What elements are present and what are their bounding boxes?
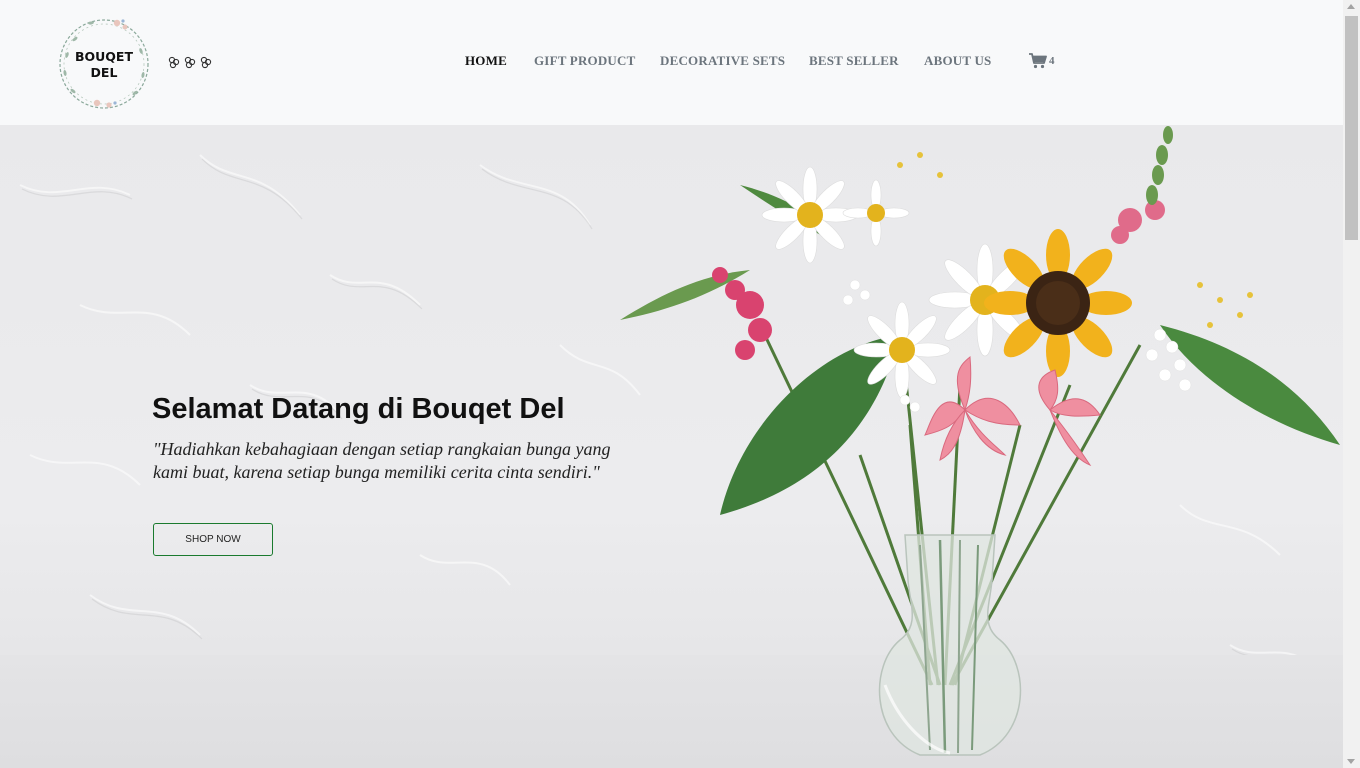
nav-item-decorative-sets[interactable]: DECORATIVE SETS xyxy=(660,53,785,69)
cart-count-badge: 4 xyxy=(1049,55,1055,67)
cart-button[interactable]: 4 xyxy=(1029,52,1055,70)
sunflower xyxy=(984,229,1132,377)
hero-banner: Selamat Datang di Bouqet Del "Hadiahkan … xyxy=(0,125,1343,768)
hero-title: Selamat Datang di Bouqet Del xyxy=(152,393,565,425)
hero-quote: "Hadiahkan kebahagiaan dengan setiap ran… xyxy=(153,439,611,482)
flower-bouquet-image xyxy=(620,126,1340,756)
page: BOUQET DEL HOME GIFT PRODUCT DECORATIVE … xyxy=(0,0,1360,768)
site-header: BOUQET DEL HOME GIFT PRODUCT DECORATIVE … xyxy=(0,0,1343,125)
shop-now-button[interactable]: SHOP NOW xyxy=(153,523,273,556)
nav-item-about-us[interactable]: ABOUT US xyxy=(924,53,991,69)
shopping-cart-icon xyxy=(1029,53,1047,69)
scroll-thumb[interactable] xyxy=(1345,16,1358,240)
scroll-up-icon[interactable] xyxy=(1347,4,1355,9)
scroll-down-icon[interactable] xyxy=(1347,759,1355,764)
nav-item-best-seller[interactable]: BEST SELLER xyxy=(809,53,899,69)
nav-item-gift-product[interactable]: GIFT PRODUCT xyxy=(534,53,635,69)
main-nav: HOME GIFT PRODUCT DECORATIVE SETS BEST S… xyxy=(0,0,1343,125)
daisy-group xyxy=(761,166,1042,399)
nav-item-home[interactable]: HOME xyxy=(465,53,507,69)
page-scrollbar[interactable] xyxy=(1343,0,1360,768)
